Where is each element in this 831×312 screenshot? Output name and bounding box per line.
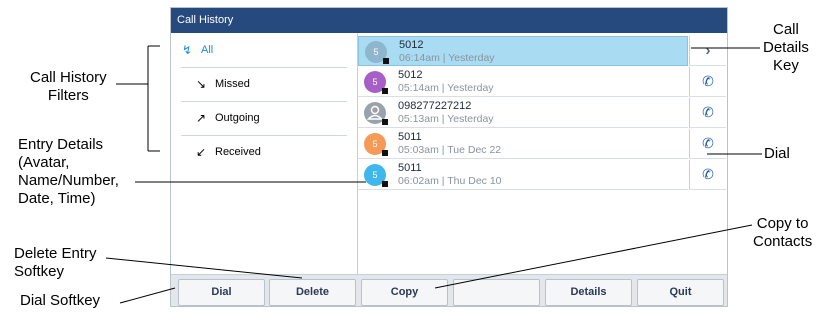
callout-entry-details: Entry Details (Avatar, Name/Number, Date… — [18, 136, 119, 207]
callout-filters: Call History Filters — [30, 69, 107, 104]
callout-dial-softkey: Dial Softkey — [20, 292, 101, 309]
callout-lines — [105, 45, 762, 304]
callout-details-key: Call Details Key — [763, 21, 809, 74]
callout-dial: Dial — [764, 145, 790, 162]
callout-delete-softkey: Delete Entry Softkey — [14, 245, 97, 280]
callout-copy-to-contacts: Copy to Contacts — [753, 215, 813, 250]
